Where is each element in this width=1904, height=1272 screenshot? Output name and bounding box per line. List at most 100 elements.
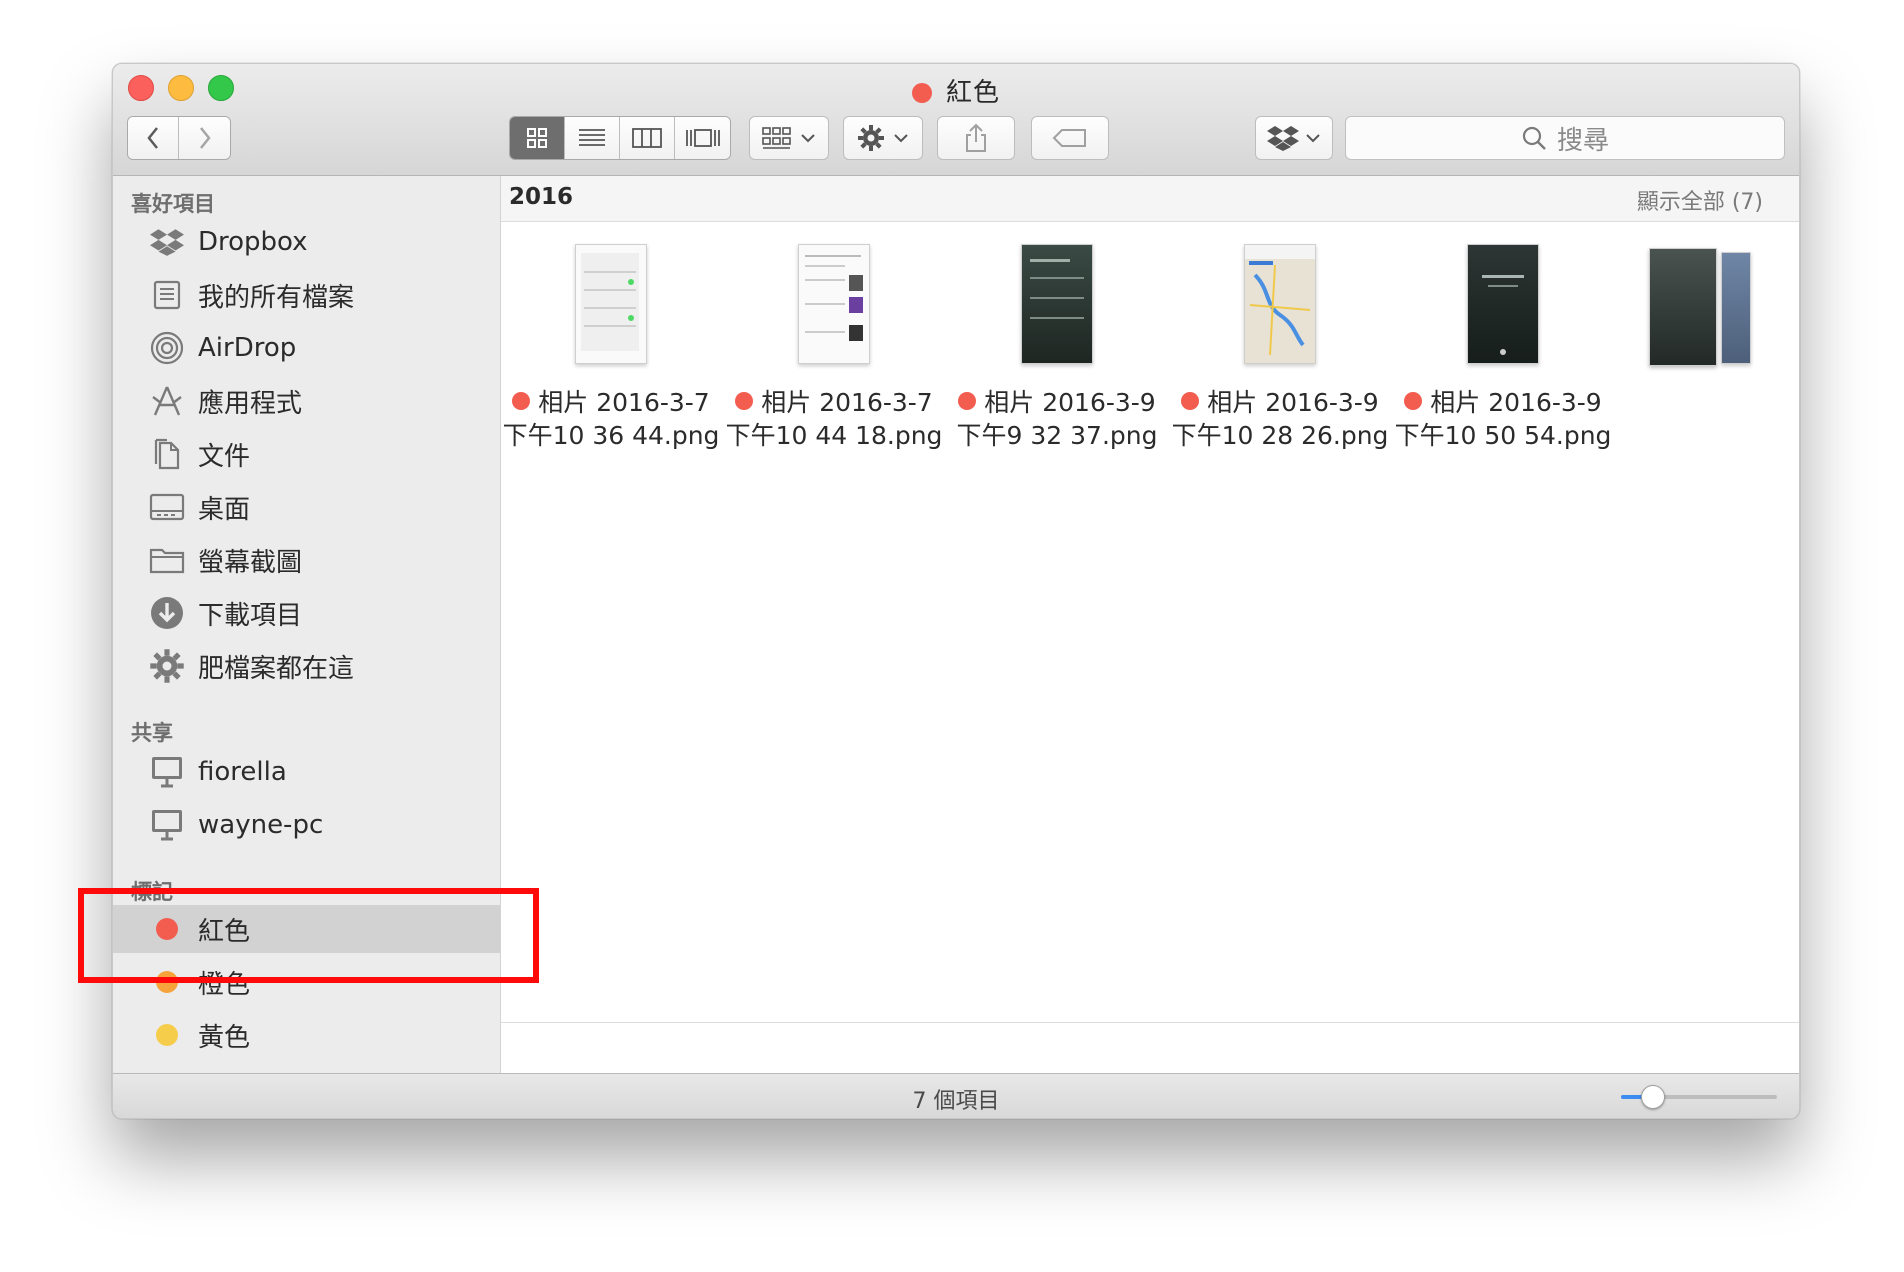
sidebar-item-label: 文件: [198, 441, 251, 472]
window-title: 紅色: [113, 72, 1799, 109]
more-files-stack[interactable]: [1649, 248, 1769, 378]
sidebar-item-label: 橙色: [198, 969, 251, 1000]
list-view-button[interactable]: [565, 117, 620, 159]
desktop-icon: [148, 488, 186, 526]
red-tag-icon: [1404, 392, 1423, 410]
orange-tag-icon: [148, 963, 186, 1001]
share-icon: [966, 123, 986, 152]
file-item[interactable]: 相片 2016-3-9 下午9 32 37.png: [947, 230, 1167, 452]
computer-icon: [148, 806, 186, 844]
file-name: 相片 2016-3-9 下午10 28 26.png: [1171, 388, 1389, 450]
sidebar-section-tags: 標記: [131, 880, 173, 904]
gear-icon: [148, 647, 186, 685]
chevron-right-icon: [199, 127, 211, 149]
sidebar-item-documents[interactable]: 文件: [113, 430, 500, 478]
file-thumbnail: [1649, 248, 1717, 366]
red-tag-icon: [958, 392, 977, 410]
finder-window: 紅色 搜尋 喜好項目 Dropbox 我的所有檔案 AirDrop 應用程式 文…: [112, 63, 1800, 1119]
yellow-tag-icon: [148, 1016, 186, 1054]
show-all-link[interactable]: 顯示全部 (7): [1637, 184, 1763, 216]
icon-size-slider[interactable]: [1621, 1085, 1777, 1109]
chevron-down-icon: [1306, 134, 1320, 143]
sidebar-item-tag-yellow[interactable]: 黃色: [113, 1011, 500, 1059]
file-thumbnail: [1721, 252, 1751, 364]
file-name: 相片 2016-3-7 下午10 36 44.png: [502, 388, 720, 450]
red-tag-icon: [512, 392, 531, 410]
action-button[interactable]: [843, 116, 923, 160]
slider-knob[interactable]: [1641, 1085, 1666, 1109]
file-thumbnail: [1467, 244, 1539, 364]
group-title: 2016: [509, 184, 574, 210]
item-count: 7 個項目: [912, 1089, 1000, 1114]
file-browser: 2016 顯示全部 (7) 相片 2016-3-7 下午10 36 44.png: [501, 176, 1799, 1073]
nav-buttons: [127, 116, 231, 160]
arrange-button[interactable]: [749, 116, 829, 160]
dropbox-button[interactable]: [1255, 116, 1333, 160]
sidebar-item-label: 桌面: [198, 494, 251, 525]
sidebar-item-tag-orange[interactable]: 橙色: [113, 958, 500, 1006]
content-divider: [501, 1022, 1799, 1023]
computer-icon: [148, 753, 186, 791]
search-icon: [1522, 126, 1546, 150]
sidebar-item-label: 螢幕截圖: [198, 547, 303, 578]
all-files-icon: [148, 276, 186, 314]
sidebar-item-tag-red[interactable]: 紅色: [113, 905, 500, 953]
column-view-button[interactable]: [620, 117, 675, 159]
sidebar-item-label: 下載項目: [198, 600, 303, 631]
icon-view-button[interactable]: [510, 117, 565, 159]
red-tag-icon: [735, 392, 754, 410]
sidebar-item-label: 應用程式: [198, 388, 303, 419]
sidebar-item-fat-files[interactable]: 肥檔案都在這: [113, 642, 500, 690]
sidebar-item-applications[interactable]: 應用程式: [113, 377, 500, 425]
group-header: 2016 顯示全部 (7): [501, 176, 1799, 222]
tag-icon: [1052, 129, 1086, 147]
columns-icon: [632, 128, 662, 148]
list-icon: [579, 129, 605, 146]
file-item[interactable]: 相片 2016-3-7 下午10 44 18.png: [724, 230, 944, 452]
back-button[interactable]: [128, 117, 180, 159]
file-name: 相片 2016-3-9 下午10 50 54.png: [1394, 388, 1612, 450]
cover-flow-icon: [685, 129, 720, 147]
file-item[interactable]: 相片 2016-3-9 下午10 50 54.png: [1393, 230, 1613, 452]
sidebar-item-fiorella[interactable]: fiorella: [113, 748, 500, 796]
sidebar-item-label: Dropbox: [198, 227, 308, 257]
sidebar-section-shared: 共享: [131, 721, 173, 745]
file-item[interactable]: 相片 2016-3-7 下午10 36 44.png: [501, 230, 721, 452]
chevron-down-icon: [801, 134, 815, 143]
sidebar-item-wayne-pc[interactable]: wayne-pc: [113, 801, 500, 849]
downloads-icon: [148, 594, 186, 632]
sidebar-item-label: 我的所有檔案: [198, 282, 355, 313]
share-button[interactable]: [937, 116, 1015, 160]
applications-icon: [148, 382, 186, 420]
dropbox-icon: [148, 223, 186, 261]
arrange-icon: [762, 127, 791, 149]
sidebar-item-label: AirDrop: [198, 333, 297, 363]
sidebar-item-downloads[interactable]: 下載項目: [113, 589, 500, 637]
file-thumbnail: [1021, 244, 1093, 364]
cover-flow-view-button[interactable]: [675, 117, 730, 159]
sidebar-item-all-files[interactable]: 我的所有檔案: [113, 271, 500, 319]
search-field[interactable]: 搜尋: [1345, 116, 1785, 160]
file-name: 相片 2016-3-9 下午9 32 37.png: [956, 388, 1158, 450]
gear-icon: [858, 125, 884, 151]
file-thumbnail: [798, 244, 870, 364]
sidebar-item-label: 肥檔案都在這: [198, 653, 355, 684]
titlebar: 紅色 搜尋: [113, 64, 1799, 176]
sidebar-item-dropbox[interactable]: Dropbox: [113, 218, 500, 266]
folder-icon: [148, 541, 186, 579]
sidebar-item-label: 紅色: [198, 916, 251, 947]
file-item[interactable]: 相片 2016-3-9 下午10 28 26.png: [1170, 230, 1390, 452]
file-thumbnail: [1244, 244, 1316, 364]
forward-button[interactable]: [179, 117, 230, 159]
sidebar-section-favorites: 喜好項目: [131, 192, 215, 216]
sidebar-item-screenshots[interactable]: 螢幕截圖: [113, 536, 500, 584]
red-tag-icon: [1181, 392, 1200, 410]
search-placeholder: 搜尋: [1556, 125, 1609, 156]
sidebar-item-desktop[interactable]: 桌面: [113, 483, 500, 531]
file-thumbnail: [575, 244, 647, 364]
file-name: 相片 2016-3-7 下午10 44 18.png: [725, 388, 943, 450]
sidebar-item-airdrop[interactable]: AirDrop: [113, 324, 500, 372]
documents-icon: [148, 435, 186, 473]
chevron-down-icon: [894, 134, 908, 143]
edit-tags-button[interactable]: [1031, 116, 1109, 160]
